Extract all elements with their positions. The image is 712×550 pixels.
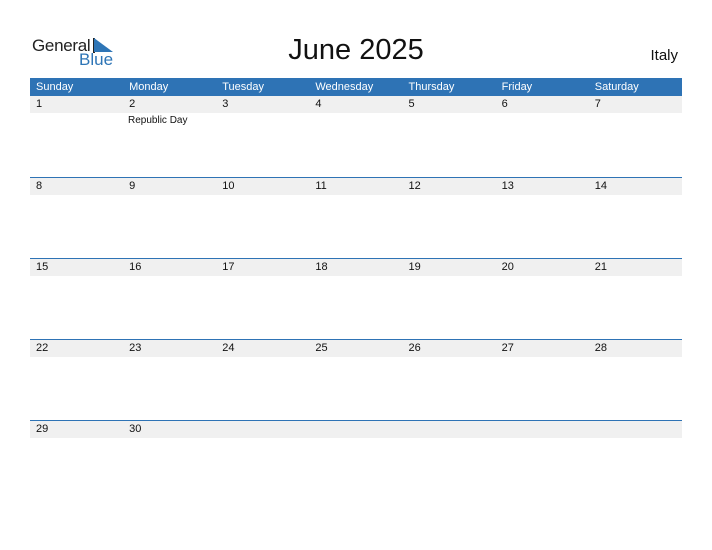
day-cell: 21 xyxy=(594,261,607,273)
day-cell: 23 xyxy=(129,342,142,354)
weekday-thursday: Thursday xyxy=(408,81,455,93)
day-cell: 2 xyxy=(129,98,136,110)
week-row: 29 30 xyxy=(30,420,682,502)
day-cell: 29 xyxy=(36,423,49,435)
day-cell: 15 xyxy=(36,261,49,273)
day-cell: 9 xyxy=(129,180,136,192)
week-row: 1 2 3 4 5 6 7 Republic Day xyxy=(30,96,682,177)
week-row: 15 16 17 18 19 20 21 xyxy=(30,258,682,340)
day-cell: 25 xyxy=(315,342,328,354)
day-cell xyxy=(216,421,309,438)
day-cell xyxy=(309,421,402,438)
day-cell: 26 xyxy=(408,342,421,354)
day-cell: 12 xyxy=(408,180,421,192)
day-cell: 1 xyxy=(36,98,43,110)
day-cell: 6 xyxy=(501,98,508,110)
weekday-sunday: Sunday xyxy=(36,81,74,93)
day-cell xyxy=(589,421,682,438)
day-cell: 10 xyxy=(222,180,235,192)
week-row: 8 9 10 11 12 13 14 xyxy=(30,177,682,259)
holiday-label: Republic Day xyxy=(128,115,188,126)
day-cell: 14 xyxy=(594,180,607,192)
day-cell: 28 xyxy=(594,342,607,354)
day-cell: 24 xyxy=(222,342,235,354)
day-cell: 13 xyxy=(501,180,514,192)
day-cell: 22 xyxy=(36,342,49,354)
day-cell: 3 xyxy=(222,98,229,110)
day-cell: 11 xyxy=(315,180,327,192)
day-cell: 30 xyxy=(129,423,142,435)
day-cell: 27 xyxy=(501,342,514,354)
weekday-header: Sunday Monday Tuesday Wednesday Thursday… xyxy=(30,78,682,96)
calendar-title: June 2025 xyxy=(288,34,424,66)
day-cell: 18 xyxy=(315,261,328,273)
weekday-saturday: Saturday xyxy=(594,81,639,93)
week-row: 22 23 24 25 26 27 28 xyxy=(30,339,682,421)
weekday-tuesday: Tuesday xyxy=(222,81,265,93)
day-cell: 5 xyxy=(408,98,415,110)
day-cell: 17 xyxy=(222,261,235,273)
day-cell xyxy=(496,421,589,438)
day-cell xyxy=(403,421,496,438)
weekday-wednesday: Wednesday xyxy=(315,81,374,93)
day-cell: 20 xyxy=(501,261,514,273)
day-cell: 7 xyxy=(594,98,601,110)
day-cell: 8 xyxy=(36,180,43,192)
country-label: Italy xyxy=(650,47,678,64)
weekday-monday: Monday xyxy=(129,81,169,93)
day-cell: 16 xyxy=(129,261,142,273)
day-cell: 19 xyxy=(408,261,421,273)
day-cell: 4 xyxy=(315,98,322,110)
weekday-friday: Friday xyxy=(501,81,533,93)
